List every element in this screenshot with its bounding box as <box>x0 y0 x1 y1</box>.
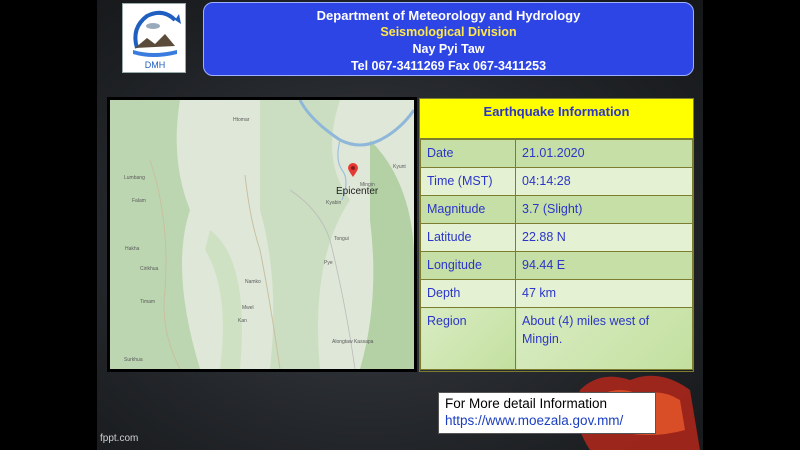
map-place: Tongui <box>334 236 349 242</box>
row-label: Longitude <box>420 251 516 280</box>
map-place: Falam <box>132 198 146 204</box>
map-place: Lumbang <box>124 175 145 181</box>
row-value: 3.7 (Slight) <box>515 195 693 224</box>
map-place: Htomar <box>233 117 250 123</box>
header-banner: Department of Meteorology and Hydrology … <box>203 2 694 76</box>
table-row: Latitude 22.88 N <box>420 223 693 252</box>
row-value: 47 km <box>515 279 693 308</box>
map-place: Pye <box>324 260 333 266</box>
epicenter-label: Epicenter <box>336 186 379 197</box>
logo-text: DMH <box>145 60 166 70</box>
map-terrain <box>110 100 414 369</box>
epicenter-pin-icon[interactable] <box>348 163 358 177</box>
more-info-box: For More detail Information https://www.… <box>438 392 656 434</box>
epicenter-map[interactable]: Kyunt Htomar Lumbang Falam Mingin Kyabin… <box>107 97 417 372</box>
row-label: Date <box>420 139 516 168</box>
table-row: Time (MST) 04:14:28 <box>420 167 693 196</box>
map-place: Alongtaw Kassapa <box>332 339 374 345</box>
more-info-link[interactable]: https://www.moezala.gov.mm/ <box>445 412 649 429</box>
city-name: Nay Pyi Taw <box>412 42 485 56</box>
map-place: Mwel <box>242 305 254 311</box>
map-place: Kan <box>238 318 247 324</box>
more-info-label: For More detail Information <box>445 396 608 411</box>
map-place: Namko <box>245 279 261 285</box>
map-place: Hakha <box>125 246 140 252</box>
department-name: Department of Meteorology and Hydrology <box>316 8 581 23</box>
map-place: Cirikhua <box>140 266 159 272</box>
row-value: 21.01.2020 <box>515 139 693 168</box>
row-label: Region <box>420 307 516 370</box>
table-row: Magnitude 3.7 (Slight) <box>420 195 693 224</box>
table-row: Longitude 94.44 E <box>420 251 693 280</box>
watermark-text: fppt.com <box>100 433 139 444</box>
row-label: Latitude <box>420 223 516 252</box>
row-value: 94.44 E <box>515 251 693 280</box>
division-name: Seismological Division <box>380 25 517 39</box>
row-value: 04:14:28 <box>515 167 693 196</box>
dmh-logo: DMH <box>122 3 186 73</box>
map-place: Surkhua <box>124 357 143 363</box>
row-value: 22.88 N <box>515 223 693 252</box>
row-label: Magnitude <box>420 195 516 224</box>
map-place: Timam <box>140 299 156 305</box>
row-label: Depth <box>420 279 516 308</box>
contact-info: Tel 067-3411269 Fax 067-3411253 <box>350 59 547 73</box>
map-place: Kyunt <box>393 164 406 170</box>
table-row: Depth 47 km <box>420 279 693 308</box>
table-row: Date 21.01.2020 <box>420 139 693 168</box>
earthquake-info-table: Earthquake Information Date 21.01.2020 T… <box>419 98 694 372</box>
info-table-title: Earthquake Information <box>420 99 693 139</box>
row-label: Time (MST) <box>420 167 516 196</box>
map-place: Kyabin <box>326 200 342 206</box>
